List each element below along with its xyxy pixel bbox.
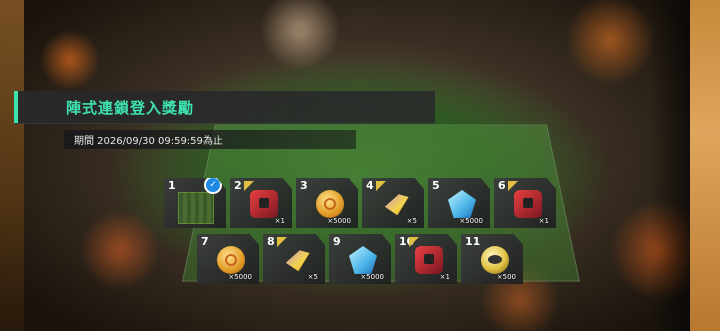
day-number: 1: [168, 179, 176, 192]
red-bag-icon: [250, 190, 278, 218]
formation-thumbnail-icon: [178, 192, 214, 224]
reward-quantity: ×5000: [228, 273, 252, 281]
left-frame: [0, 0, 24, 331]
reward-quantity: ×5000: [459, 217, 483, 225]
day-number: 6: [498, 179, 506, 192]
red-bag-icon: [514, 190, 542, 218]
tag-icon: [508, 181, 518, 191]
blue-gem-icon: [448, 190, 476, 218]
day-number: 9: [333, 235, 341, 248]
reward-tile-day-11[interactable]: 11 ×500: [461, 234, 523, 284]
day-number: 4: [366, 179, 374, 192]
reward-tile-day-4[interactable]: 4 ×5: [362, 178, 424, 228]
reward-quantity: ×5000: [327, 217, 351, 225]
reward-tile-day-6[interactable]: 6 ×1: [494, 178, 556, 228]
right-gold-frame: [650, 0, 720, 331]
reward-tile-day-10[interactable]: 10 ×1: [395, 234, 457, 284]
tag-icon: [376, 181, 386, 191]
tag-icon: [277, 237, 287, 247]
event-period: 期間 2026/09/30 09:59:59為止: [74, 136, 223, 147]
day-number: 7: [201, 235, 209, 248]
reward-tile-day-9[interactable]: 9 ×5000: [329, 234, 391, 284]
reward-tile-day-3[interactable]: 3 ×5000: [296, 178, 358, 228]
reward-tile-day-1[interactable]: 1 ✓: [164, 178, 226, 228]
page-title: 陣式連鎖登入獎勵: [66, 99, 195, 117]
reward-quantity: ×500: [496, 273, 516, 281]
boost-ticket-icon: [384, 194, 409, 216]
day-number: 2: [234, 179, 242, 192]
reward-tile-day-5[interactable]: 5 ×5000: [428, 178, 490, 228]
red-bag-icon: [415, 246, 443, 274]
reward-quantity: ×5000: [360, 273, 384, 281]
reward-quantity: ×1: [274, 217, 285, 225]
day-number: 5: [432, 179, 440, 192]
day-number: 8: [267, 235, 275, 248]
gold-coin-icon: [217, 246, 245, 274]
title-accent: [14, 91, 18, 123]
day-number: 3: [300, 179, 308, 192]
boost-ticket-icon: [285, 250, 310, 272]
reward-quantity: ×1: [538, 217, 549, 225]
reward-quantity: ×5: [406, 217, 417, 225]
reward-tile-day-8[interactable]: 8 ×5: [263, 234, 325, 284]
day-number: 11: [465, 235, 481, 248]
reward-tile-day-2[interactable]: 2 ×1: [230, 178, 292, 228]
blue-gem-icon: [349, 246, 377, 274]
reward-quantity: ×1: [439, 273, 450, 281]
gold-token-icon: [481, 246, 509, 274]
gold-coin-icon: [316, 190, 344, 218]
reward-tile-day-7[interactable]: 7 ×5000: [197, 234, 259, 284]
tag-icon: [244, 181, 254, 191]
reward-quantity: ×5: [307, 273, 318, 281]
